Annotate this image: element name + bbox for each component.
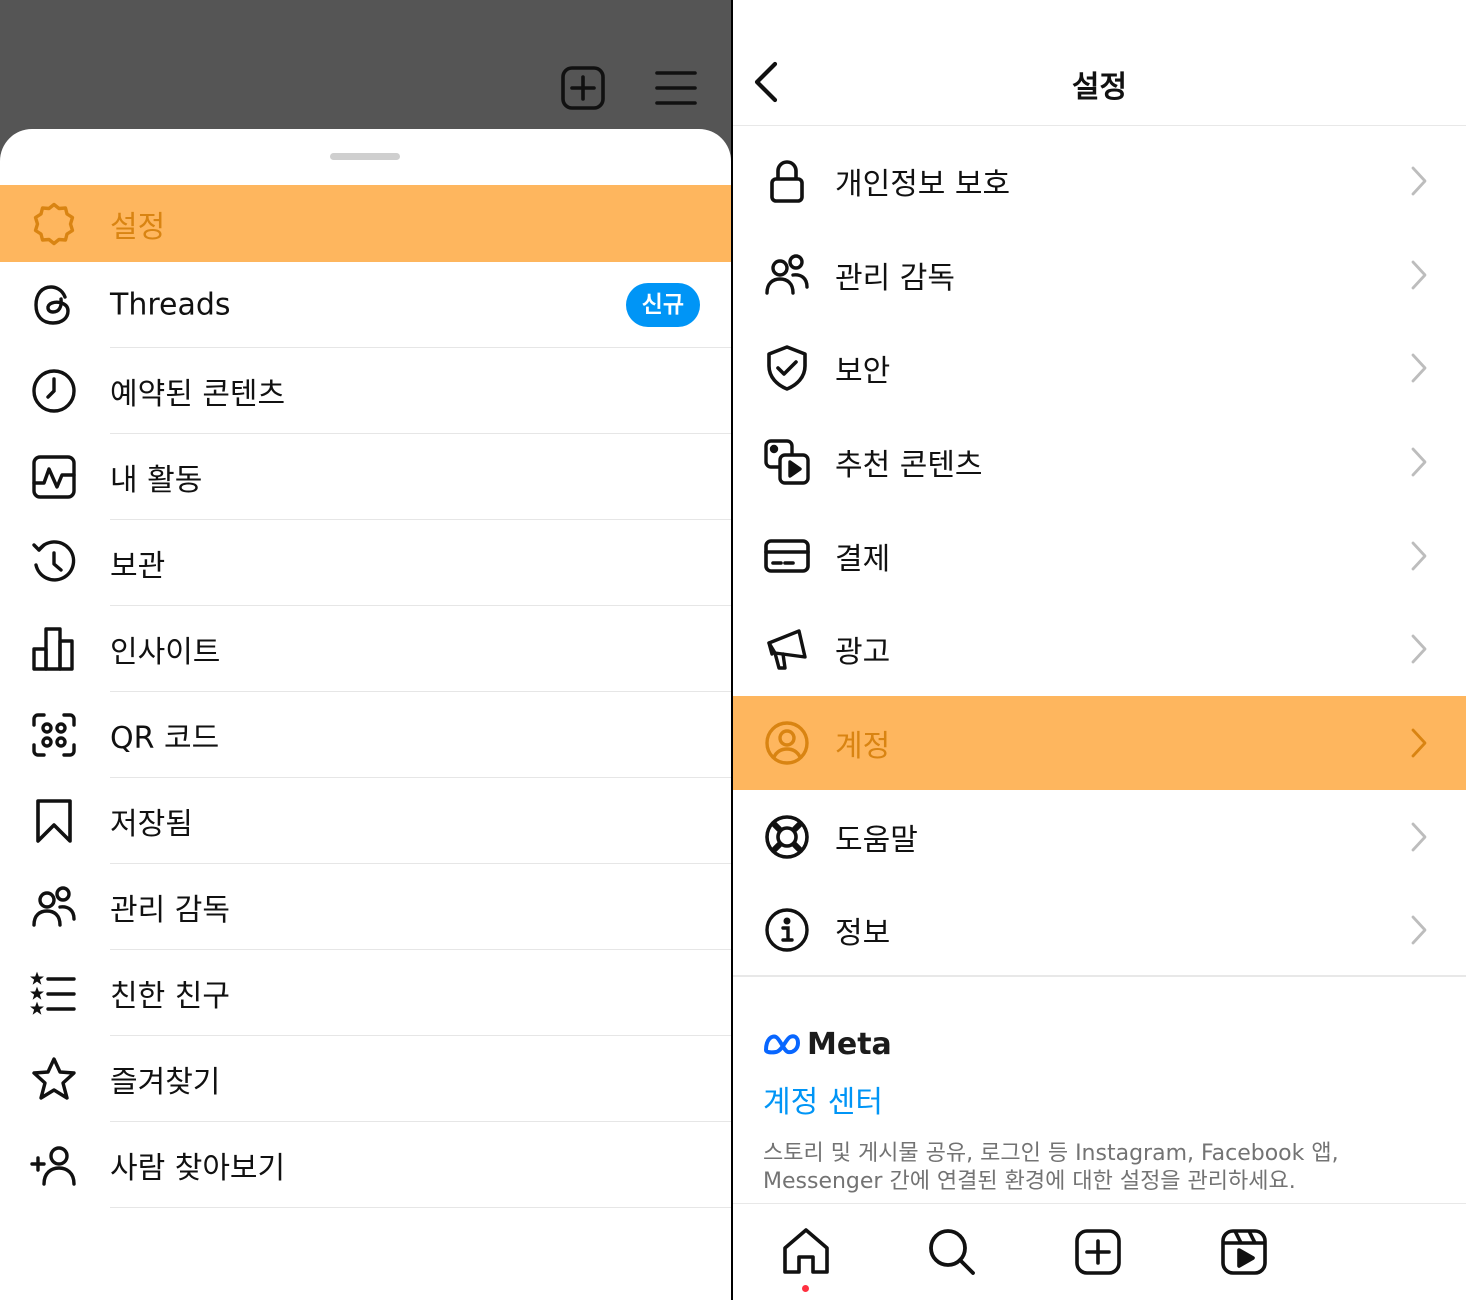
menu-item-settings[interactable]: 설정	[0, 185, 731, 262]
chevron-right-icon	[1411, 353, 1427, 383]
menu-item-label: 관리 감독	[110, 893, 230, 928]
settings-item-ads[interactable]: 광고	[733, 602, 1466, 696]
star-icon	[32, 1057, 76, 1100]
chevron-right-icon	[1411, 260, 1427, 289]
new-badge: 신규	[625, 283, 700, 327]
settings-item-account[interactable]: 계정	[733, 696, 1466, 790]
meta-logo-icon	[763, 1034, 801, 1055]
settings-item-label: 보안	[835, 354, 891, 390]
menu-icon[interactable]	[652, 64, 700, 112]
menu-item-label: 저장됨	[110, 807, 193, 842]
archive-icon	[32, 540, 76, 582]
megaphone-icon	[767, 629, 807, 670]
left-panel: 설정 Threads 신규 예약된 콘텐츠 내 활동 보관 인사이트 QR 코드…	[0, 0, 731, 1300]
settings-item-label: 추천 콘텐츠	[835, 447, 983, 483]
menu-item-label: 내 활동	[110, 463, 203, 498]
accounts-center-description: 스토리 및 게시물 공유, 로그인 등 Instagram, Facebook …	[763, 1141, 1339, 1194]
menu-item-qr-code[interactable]: QR 코드	[0, 692, 731, 778]
clock-icon	[32, 369, 76, 413]
notification-dot	[802, 1285, 809, 1292]
qr-code-icon	[32, 713, 76, 757]
lifebuoy-icon	[765, 814, 809, 859]
menu-item-discover-people[interactable]: 사람 찾아보기	[0, 1122, 731, 1208]
menu-item-label: 즐겨찾기	[110, 1065, 221, 1100]
chevron-right-icon	[1411, 728, 1427, 758]
settings-item-security[interactable]: 보안	[733, 321, 1466, 415]
supervision-icon	[32, 886, 76, 927]
settings-item-label: 관리 감독	[835, 260, 955, 296]
menu-item-scheduled-content[interactable]: 예약된 콘텐츠	[0, 348, 731, 434]
chevron-right-icon	[1411, 822, 1427, 852]
settings-list: 개인정보 보호 관리 감독 보안 추천 콘텐츠 결제 광고 계정 도움말 정보	[733, 134, 1466, 977]
menu-item-favorites[interactable]: 즐겨찾기	[0, 1036, 731, 1122]
info-icon	[765, 908, 809, 953]
activity-icon	[32, 455, 76, 499]
chevron-right-icon	[1411, 447, 1427, 477]
menu-item-supervision[interactable]: 관리 감독	[0, 864, 731, 950]
supervision-icon	[765, 253, 809, 295]
menu-item-label: QR 코드	[110, 721, 220, 756]
menu-item-close-friends[interactable]: 친한 친구	[0, 950, 731, 1036]
settings-item-privacy[interactable]: 개인정보 보호	[733, 134, 1466, 228]
menu-list: 설정 Threads 신규 예약된 콘텐츠 내 활동 보관 인사이트 QR 코드…	[0, 185, 731, 1208]
menu-item-threads[interactable]: Threads 신규	[0, 262, 731, 348]
menu-bottom-sheet: 설정 Threads 신규 예약된 콘텐츠 내 활동 보관 인사이트 QR 코드…	[0, 129, 731, 1300]
sheet-grabber[interactable]	[330, 153, 400, 160]
chevron-right-icon	[1411, 541, 1427, 570]
menu-item-your-activity[interactable]: 내 활동	[0, 434, 731, 520]
menu-item-archive[interactable]: 보관	[0, 520, 731, 606]
menu-item-label: Threads	[110, 287, 231, 323]
search-icon[interactable]	[926, 1226, 978, 1278]
right-panel: 설정 개인정보 보호 관리 감독 보안 추천 콘텐츠 결제 광고 계정 도움말 …	[733, 0, 1466, 1300]
reels-icon[interactable]	[1218, 1226, 1270, 1278]
divider	[733, 975, 1466, 977]
suggested-content-icon	[764, 439, 810, 485]
bookmark-icon	[36, 799, 72, 843]
settings-item-about[interactable]: 정보	[733, 884, 1466, 978]
new-post-icon[interactable]	[559, 64, 607, 112]
chevron-right-icon	[1411, 915, 1427, 945]
settings-item-label: 결제	[835, 541, 891, 577]
meta-logo-text: Meta	[807, 1026, 892, 1062]
chevron-right-icon	[1411, 634, 1427, 664]
settings-icon	[33, 202, 75, 245]
home-icon[interactable]	[780, 1226, 832, 1278]
shield-check-icon	[767, 345, 807, 392]
menu-item-label: 설정	[110, 209, 166, 245]
card-icon	[764, 538, 810, 573]
insights-icon	[32, 627, 74, 671]
settings-item-supervision[interactable]: 관리 감독	[733, 228, 1466, 322]
create-icon[interactable]	[1072, 1226, 1124, 1278]
divider	[110, 1206, 731, 1208]
threads-icon	[34, 285, 70, 325]
close-friends-icon	[30, 971, 76, 1015]
menu-item-saved[interactable]: 저장됨	[0, 778, 731, 864]
menu-item-label: 인사이트	[110, 635, 221, 670]
add-person-icon	[30, 1146, 76, 1186]
lock-icon	[770, 160, 804, 203]
chevron-right-icon	[1411, 166, 1427, 196]
settings-item-payments[interactable]: 결제	[733, 509, 1466, 603]
page-title: 설정	[1071, 70, 1128, 105]
menu-item-insights[interactable]: 인사이트	[0, 606, 731, 692]
settings-header: 설정	[733, 0, 1466, 126]
menu-item-label: 사람 찾아보기	[110, 1151, 286, 1186]
accounts-center-link[interactable]: 계정 센터	[763, 1077, 883, 1121]
meta-brand: Meta	[763, 1024, 892, 1064]
bottom-tab-bar	[733, 1203, 1466, 1300]
settings-item-label: 광고	[835, 635, 891, 671]
settings-item-label: 도움말	[835, 822, 918, 858]
account-icon	[765, 721, 809, 765]
settings-item-label: 정보	[835, 916, 891, 952]
menu-item-label: 친한 친구	[110, 979, 230, 1014]
menu-item-label: 보관	[110, 549, 166, 584]
settings-item-label: 개인정보 보호	[835, 166, 1011, 202]
settings-item-suggested-content[interactable]: 추천 콘텐츠	[733, 415, 1466, 509]
settings-item-label: 계정	[835, 728, 891, 764]
settings-item-help[interactable]: 도움말	[733, 790, 1466, 884]
menu-item-label: 예약된 콘텐츠	[110, 377, 286, 412]
